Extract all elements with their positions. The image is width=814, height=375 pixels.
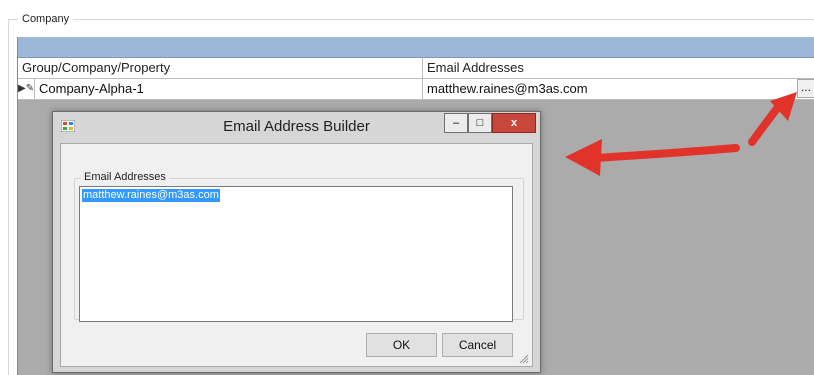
selected-email-text[interactable]: matthew.raines@m3as.com xyxy=(82,189,220,202)
column-header-group[interactable]: Group/Company/Property xyxy=(18,58,423,78)
cancel-button[interactable]: Cancel xyxy=(442,333,513,357)
cell-group-company[interactable]: Company-Alpha-1 xyxy=(35,79,423,99)
groupbox-border-left xyxy=(8,19,9,375)
email-addresses-group-title: Email Addresses xyxy=(81,170,169,184)
table-row[interactable]: ▶✎ Company-Alpha-1 matthew.raines@m3as.c… xyxy=(18,79,814,100)
email-builder-ellipsis-button[interactable]: ... xyxy=(797,79,814,98)
cell-email-addresses[interactable]: matthew.raines@m3as.com xyxy=(423,79,797,99)
ok-button[interactable]: OK xyxy=(366,333,437,357)
resize-grip-icon[interactable] xyxy=(517,352,529,364)
dialog-titlebar[interactable]: Email Address Builder – □ x xyxy=(53,112,540,142)
email-address-builder-dialog: Email Address Builder – □ x Email Addres… xyxy=(52,111,541,373)
groupbox-title: Company xyxy=(18,12,74,26)
groupbox-border xyxy=(8,19,814,20)
close-button[interactable]: x xyxy=(492,113,536,133)
maximize-button[interactable]: □ xyxy=(468,113,492,133)
grid-header-row: Group/Company/Property Email Addresses xyxy=(18,58,814,79)
grid-group-bar xyxy=(18,37,814,58)
column-header-email[interactable]: Email Addresses xyxy=(423,58,814,78)
email-addresses-textarea[interactable]: matthew.raines@m3as.com xyxy=(79,186,513,322)
minimize-button[interactable]: – xyxy=(444,113,468,133)
dialog-client-area: Email Addresses matthew.raines@m3as.com … xyxy=(60,143,533,367)
current-row-edit-icon: ▶✎ xyxy=(18,79,35,99)
